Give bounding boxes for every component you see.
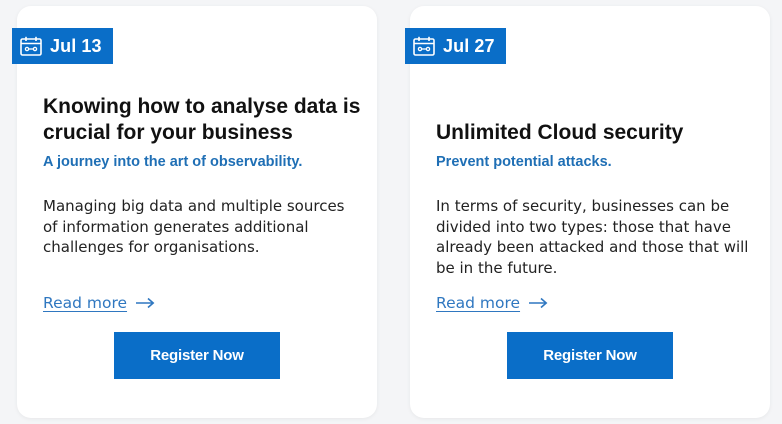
- calendar-icon: [413, 36, 435, 56]
- event-subtitle: Prevent potential attacks.: [436, 154, 612, 170]
- event-title: Knowing how to analyse data is crucial f…: [43, 95, 361, 144]
- event-card: Jul 27 Unlimited Cloud security Prevent …: [405, 6, 770, 418]
- event-subtitle: A journey into the art of observability.: [43, 154, 303, 170]
- event-description: Managing big data and multiple sources o…: [43, 197, 345, 256]
- register-now-button[interactable]: Register Now: [507, 332, 673, 379]
- event-title: Unlimited Cloud security: [436, 121, 684, 144]
- event-card: Jul 13 Knowing how to analyse data is cr…: [12, 6, 377, 418]
- date-badge: Jul 27: [405, 28, 506, 64]
- arrow-right-icon: [136, 297, 155, 309]
- read-more-link[interactable]: Read more: [43, 294, 155, 312]
- read-more-label: Read more: [43, 294, 128, 312]
- event-date: Jul 13: [50, 35, 102, 56]
- register-now-button[interactable]: Register Now: [114, 332, 280, 379]
- read-more-link[interactable]: Read more: [436, 294, 548, 312]
- calendar-icon: [20, 36, 42, 56]
- read-more-label: Read more: [436, 294, 521, 312]
- event-description: In terms of security, businesses can be …: [436, 197, 749, 277]
- date-badge: Jul 13: [12, 28, 113, 64]
- event-date: Jul 27: [443, 35, 495, 56]
- arrow-right-icon: [529, 297, 548, 309]
